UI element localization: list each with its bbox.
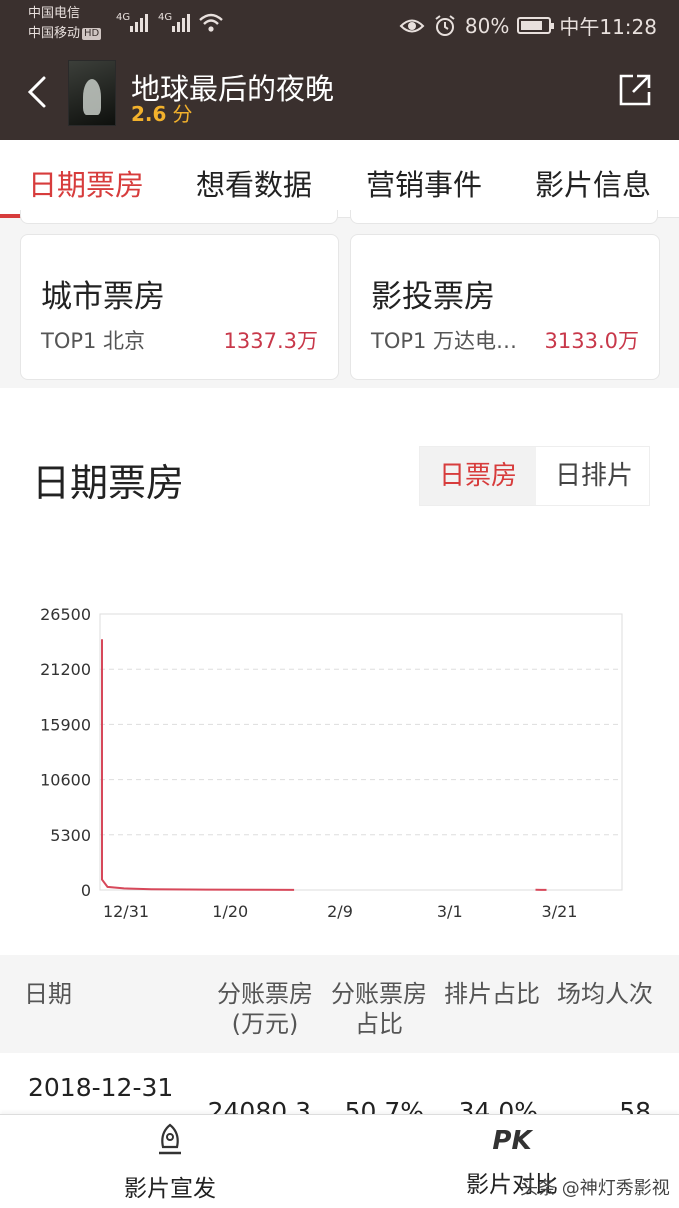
- table-row[interactable]: 2018-12-31 24080.3 50.7% 34.0% 58: [0, 1053, 679, 1126]
- alarm-icon: [435, 14, 455, 36]
- y-tick-label: 0: [81, 881, 91, 900]
- x-tick-label: 1/20: [212, 902, 248, 921]
- clock: 中午11:28: [559, 15, 657, 39]
- section-title: 日期票房: [32, 461, 185, 505]
- y-tick-label: 26500: [40, 605, 91, 624]
- card-value: 3133.0万: [544, 329, 639, 353]
- signal-bars-icon: [172, 14, 190, 32]
- row-date: 2018-12-31: [28, 1073, 174, 1102]
- col-header-box-ratio: 分账票房 占比: [326, 979, 432, 1039]
- col-header-screen-ratio: 排片占比: [444, 980, 540, 1008]
- y-tick-label: 5300: [50, 826, 91, 845]
- battery-fill: [521, 21, 543, 30]
- card-stub-left: [20, 210, 338, 224]
- card-title: 城市票房: [41, 279, 165, 315]
- x-tick-label: 3/1: [437, 902, 463, 921]
- pk-icon: PK: [492, 1126, 532, 1156]
- carrier-2: 中国移动: [28, 26, 81, 41]
- status-bar: 中国电信 中国移动 HD 4G 4G 80% 中午11:28: [0, 0, 679, 50]
- card-top-item: TOP1 万达电…: [371, 329, 518, 353]
- share-icon[interactable]: [617, 72, 653, 108]
- movie-header: 地球最后的夜晚 2.6 分: [0, 50, 679, 140]
- col-header-box-ratio-text: 分账票房 占比: [331, 980, 427, 1038]
- x-tick-label: 2/9: [327, 902, 353, 921]
- table-header: 日期 分账票房 (万元) 分账票房 占比 排片占比 场均人次: [0, 955, 679, 1053]
- back-arrow-icon[interactable]: [22, 72, 52, 112]
- status-right: 80% 中午11:28: [399, 11, 657, 40]
- movie-poster: [68, 60, 116, 126]
- city-box-office-card[interactable]: 城市票房 TOP1 北京 1337.3万: [20, 234, 339, 380]
- chart-frame: [99, 613, 623, 891]
- promotion-button[interactable]: 影片宣发: [118, 1123, 222, 1203]
- carrier-1: 中国电信: [28, 6, 81, 21]
- y-tick-label: 21200: [40, 660, 91, 679]
- series-line: [101, 639, 295, 891]
- hd-badge: HD: [82, 27, 102, 40]
- cinema-investor-box-office-card[interactable]: 影投票房 TOP1 万达电… 3133.0万: [350, 234, 660, 380]
- col-header-date-text: 日期: [24, 980, 72, 1008]
- eye-icon: [399, 19, 425, 32]
- box-office-line-chart: 26500 21200 15900 10600 5300 0 12/31 1/20 2/9 3/1…: [40, 605, 623, 921]
- carrier-info: 中国电信 中国移动 HD: [28, 4, 102, 44]
- toggle-daily-screenings[interactable]: 日排片: [536, 447, 652, 505]
- card-value: 1337.3万: [223, 329, 318, 353]
- card-top-item: TOP1 北京: [41, 329, 146, 353]
- col-header-box-office-text: 分账票房 (万元): [217, 980, 313, 1038]
- movie-score: 2.6 分: [131, 98, 192, 127]
- battery-percent: 80%: [464, 13, 510, 38]
- card-stub-right: [350, 210, 658, 224]
- battery-icon: [517, 17, 555, 34]
- x-tick-label: 3/21: [542, 902, 578, 921]
- promotion-label: 影片宣发: [124, 1176, 216, 1202]
- tab-want-to-see[interactable]: 想看数据: [196, 162, 312, 204]
- col-header-date: 日期: [24, 979, 72, 1009]
- y-tick-label: 10600: [40, 771, 91, 790]
- signal-bars-icon: [130, 14, 148, 32]
- tab-movie-info[interactable]: 影片信息: [535, 162, 651, 204]
- tab-marketing[interactable]: 营销事件: [366, 162, 482, 204]
- tab-date-box-office[interactable]: 日期票房: [28, 162, 144, 204]
- score-value: 2.6: [131, 102, 167, 126]
- watermark: 头条 @神灯秀影视: [520, 1178, 670, 1199]
- chart-mode-toggle: 日票房 日排片: [419, 446, 650, 506]
- col-header-box-office: 分账票房 (万元): [212, 979, 318, 1039]
- y-tick-label: 15900: [40, 715, 91, 734]
- x-tick-label: 12/31: [103, 902, 149, 921]
- toggle-daily-box-office[interactable]: 日票房: [420, 447, 536, 505]
- rocket-icon: [159, 1123, 181, 1155]
- wifi-icon: [199, 13, 223, 32]
- card-title: 影投票房: [371, 279, 495, 315]
- score-unit: 分: [172, 102, 193, 126]
- tab-bar: 日期票房 想看数据 营销事件 影片信息: [0, 140, 679, 218]
- col-header-avg-attendance: 场均人次: [557, 980, 653, 1008]
